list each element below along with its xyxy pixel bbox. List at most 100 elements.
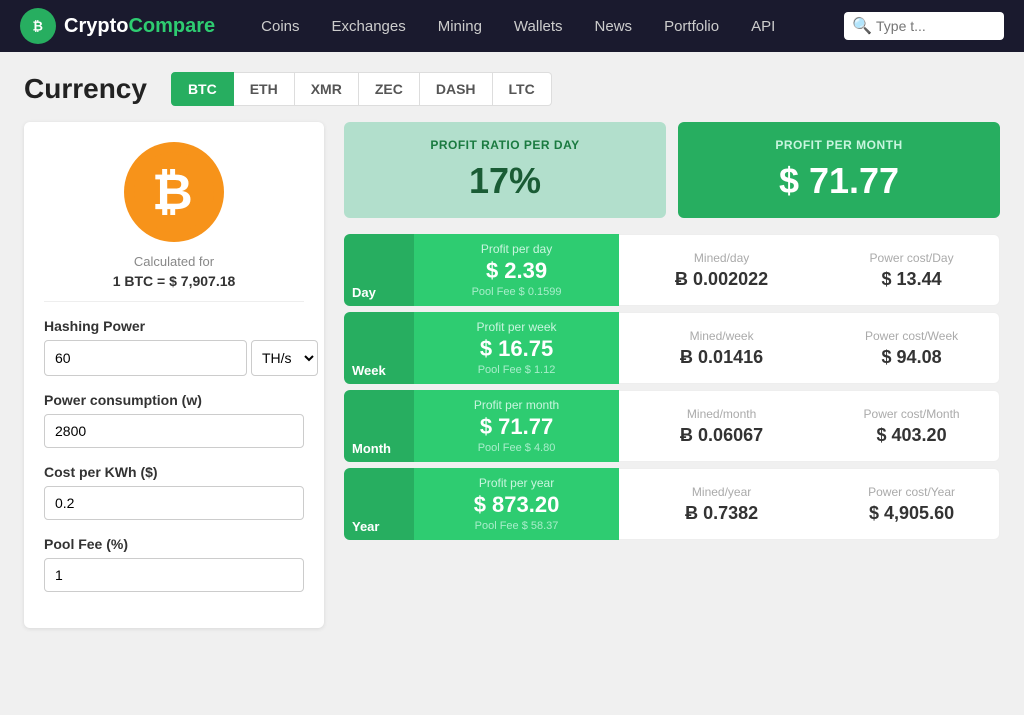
hashing-power-row: TH/s GH/s MH/s: [44, 340, 304, 376]
svg-text:₿: ₿: [33, 19, 43, 34]
data-rows: Day Profit per day $ 2.39 Pool Fee $ 0.1…: [344, 234, 1000, 540]
tab-eth[interactable]: ETH: [234, 72, 295, 106]
nav-items: Coins Exchanges Mining Wallets News Port…: [245, 0, 791, 52]
coin-icon-container: ₿: [44, 142, 304, 242]
row-profit-title-year: Profit per year: [479, 476, 554, 490]
nav-news[interactable]: News: [579, 0, 649, 52]
profit-ratio-label: PROFIT RATIO PER DAY: [364, 138, 646, 152]
power-consumption-input[interactable]: [44, 414, 304, 448]
row-power-title-day: Power cost/Day: [870, 251, 954, 265]
logo[interactable]: ₿ CryptoCompare: [20, 8, 215, 44]
row-mined-value-week: Ƀ 0.01416: [680, 347, 763, 368]
profit-month-box: PROFIT PER MONTH $ 71.77: [678, 122, 1000, 218]
row-profit-value-week: $ 16.75: [480, 336, 553, 362]
row-profit-col-day: Profit per day $ 2.39 Pool Fee $ 0.1599: [414, 234, 619, 306]
row-mined-title-week: Mined/week: [690, 329, 754, 343]
row-power-col-week: Power cost/Week $ 94.08: [824, 312, 1000, 384]
nav-portfolio[interactable]: Portfolio: [648, 0, 735, 52]
row-profit-value-month: $ 71.77: [480, 414, 553, 440]
tab-dash[interactable]: DASH: [420, 72, 493, 106]
row-mined-value-month: Ƀ 0.06067: [680, 425, 763, 446]
pool-fee-input[interactable]: [44, 558, 304, 592]
row-label-col-year: Year: [344, 468, 414, 540]
cost-per-kwh-input[interactable]: [44, 486, 304, 520]
row-power-value-day: $ 13.44: [882, 269, 942, 290]
table-row: Month Profit per month $ 71.77 Pool Fee …: [344, 390, 1000, 462]
row-pool-fee-day: Pool Fee $ 0.1599: [472, 286, 562, 298]
row-profit-title-week: Profit per week: [477, 320, 557, 334]
nav-mining[interactable]: Mining: [422, 0, 498, 52]
table-row: Year Profit per year $ 873.20 Pool Fee $…: [344, 468, 1000, 540]
profit-ratio-value: 17%: [364, 160, 646, 202]
row-mined-col-year: Mined/year Ƀ 0.7382: [619, 468, 824, 540]
power-consumption-group: Power consumption (w): [44, 392, 304, 448]
currency-tabs: BTC ETH XMR ZEC DASH LTC: [171, 72, 552, 106]
row-power-value-month: $ 403.20: [877, 425, 947, 446]
profit-month-value: $ 71.77: [698, 160, 980, 202]
nav-api[interactable]: API: [735, 0, 791, 52]
table-row: Day Profit per day $ 2.39 Pool Fee $ 0.1…: [344, 234, 1000, 306]
profit-month-label: PROFIT PER MONTH: [698, 138, 980, 152]
tab-xmr[interactable]: XMR: [295, 72, 359, 106]
pool-fee-label: Pool Fee (%): [44, 536, 304, 552]
row-profit-title-day: Profit per day: [481, 242, 552, 256]
nav-coins[interactable]: Coins: [245, 0, 315, 52]
row-mined-value-year: Ƀ 0.7382: [685, 503, 758, 524]
row-mined-col-month: Mined/month Ƀ 0.06067: [619, 390, 824, 462]
row-period-week: Week: [352, 363, 386, 378]
tab-zec[interactable]: ZEC: [359, 72, 420, 106]
row-power-title-year: Power cost/Year: [868, 485, 955, 499]
calc-for-label: Calculated for: [44, 254, 304, 269]
row-power-title-month: Power cost/Month: [864, 407, 960, 421]
row-power-title-week: Power cost/Week: [865, 329, 958, 343]
page-title: Currency: [24, 73, 147, 105]
right-panel: PROFIT RATIO PER DAY 17% PROFIT PER MONT…: [344, 122, 1000, 540]
bitcoin-icon: ₿: [124, 142, 224, 242]
hashing-power-group: Hashing Power TH/s GH/s MH/s: [44, 318, 304, 376]
row-mined-title-month: Mined/month: [687, 407, 756, 421]
main-content: Currency BTC ETH XMR ZEC DASH LTC ₿ Calc…: [0, 52, 1024, 648]
nav-exchanges[interactable]: Exchanges: [316, 0, 422, 52]
row-pool-fee-month: Pool Fee $ 4.80: [478, 442, 556, 454]
row-period-month: Month: [352, 441, 391, 456]
row-power-col-month: Power cost/Month $ 403.20: [824, 390, 1000, 462]
logo-icon: ₿: [20, 8, 56, 44]
row-profit-col-year: Profit per year $ 873.20 Pool Fee $ 58.3…: [414, 468, 619, 540]
search-box[interactable]: 🔍: [844, 12, 1004, 40]
logo-text-crypto: Crypto: [64, 15, 128, 38]
cost-per-kwh-label: Cost per KWh ($): [44, 464, 304, 480]
row-label-col-month: Month: [344, 390, 414, 462]
row-mined-col-day: Mined/day Ƀ 0.002022: [619, 234, 824, 306]
row-label-col-week: Week: [344, 312, 414, 384]
logo-text-compare: Compare: [128, 15, 215, 38]
row-period-day: Day: [352, 285, 376, 300]
row-profit-col-week: Profit per week $ 16.75 Pool Fee $ 1.12: [414, 312, 619, 384]
search-icon: 🔍: [852, 16, 872, 36]
power-consumption-label: Power consumption (w): [44, 392, 304, 408]
row-pool-fee-year: Pool Fee $ 58.37: [475, 520, 559, 532]
tab-btc[interactable]: BTC: [171, 72, 234, 106]
row-power-value-week: $ 94.08: [882, 347, 942, 368]
profit-ratio-box: PROFIT RATIO PER DAY 17%: [344, 122, 666, 218]
row-power-value-year: $ 4,905.60: [869, 503, 954, 524]
left-panel: ₿ Calculated for 1 BTC = $ 7,907.18 Hash…: [24, 122, 324, 628]
top-stats: PROFIT RATIO PER DAY 17% PROFIT PER MONT…: [344, 122, 1000, 218]
hashing-power-label: Hashing Power: [44, 318, 304, 334]
tab-ltc[interactable]: LTC: [493, 72, 552, 106]
row-period-year: Year: [352, 519, 379, 534]
hashing-power-input[interactable]: [44, 340, 247, 376]
row-profit-col-month: Profit per month $ 71.77 Pool Fee $ 4.80: [414, 390, 619, 462]
row-mined-col-week: Mined/week Ƀ 0.01416: [619, 312, 824, 384]
svg-text:₿: ₿: [152, 164, 193, 220]
calc-value: 1 BTC = $ 7,907.18: [44, 273, 304, 302]
navbar: ₿ CryptoCompare Coins Exchanges Mining W…: [0, 0, 1024, 52]
nav-wallets[interactable]: Wallets: [498, 0, 579, 52]
layout: ₿ Calculated for 1 BTC = $ 7,907.18 Hash…: [24, 122, 1000, 628]
hashing-power-unit-select[interactable]: TH/s GH/s MH/s: [251, 340, 318, 376]
currency-header: Currency BTC ETH XMR ZEC DASH LTC: [24, 72, 1000, 106]
search-input[interactable]: [876, 18, 996, 34]
row-mined-title-year: Mined/year: [692, 485, 751, 499]
row-label-col-day: Day: [344, 234, 414, 306]
row-mined-value-day: Ƀ 0.002022: [675, 269, 768, 290]
row-mined-title-day: Mined/day: [694, 251, 749, 265]
